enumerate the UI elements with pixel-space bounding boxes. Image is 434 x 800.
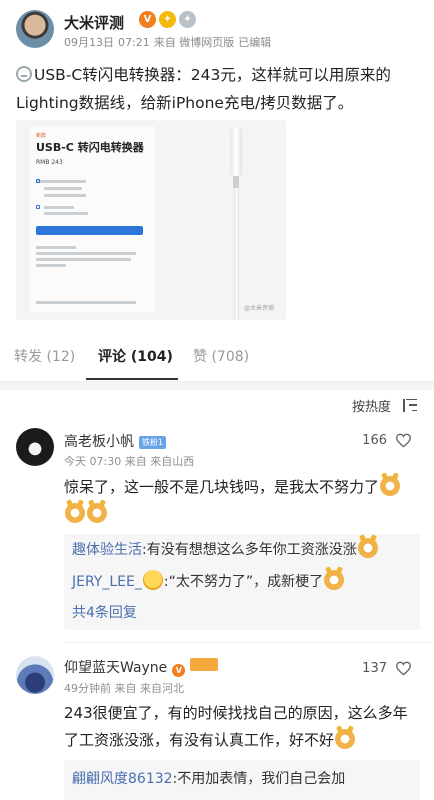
- link-card-icon: [16, 66, 32, 82]
- reply-username[interactable]: 翩翩风度86132: [72, 771, 173, 787]
- tab-likes[interactable]: 赞 (708): [193, 346, 249, 366]
- shot-footer-line: [36, 301, 136, 304]
- screenshot-panel: 新款 USB-C 转闪电转换器 RMB 243: [30, 126, 155, 312]
- active-tab-indicator: [86, 378, 178, 380]
- comment-text-body: 243很便宜了，有的时候找找自己的原因，这么多年了工资涨没涨，有没有认真工作，好…: [64, 704, 408, 749]
- level-badge-icon[interactable]: [190, 658, 219, 671]
- doge-emoji-icon: [357, 538, 378, 558]
- comment-divider: [64, 642, 434, 643]
- reply-username[interactable]: 趣体验生活: [72, 542, 142, 558]
- comment-location: 来自山西: [150, 455, 195, 468]
- post-meta: 09月13日 07:21 来自 微博网页版 已编辑: [64, 34, 275, 50]
- like-count: 137: [362, 661, 387, 676]
- comment-date: 49分钟前: [64, 682, 111, 695]
- reply-text: :“太不努力了”，成新梗了: [163, 574, 324, 590]
- doge-emoji-icon: [65, 503, 85, 523]
- image-watermark: @大米评测: [243, 305, 274, 312]
- medal-icon[interactable]: ✦: [159, 11, 176, 28]
- post-header: 大米评测 V ✦ ✦ 09月13日 07:21 来自 微博网页版 已编辑: [16, 10, 416, 50]
- sort-control[interactable]: 按热度: [352, 390, 417, 420]
- comment-date: 今天: [64, 455, 86, 468]
- adapter-wire: [234, 188, 239, 320]
- view-all-replies-link[interactable]: 共4条回复: [72, 602, 137, 624]
- post-author-name[interactable]: 大米评测: [64, 12, 124, 33]
- shot-checkbox: [36, 205, 40, 209]
- fan-badge[interactable]: 铁粉1: [139, 436, 167, 449]
- doge-emoji-icon: [335, 729, 356, 749]
- like-count: 166: [362, 433, 387, 448]
- commenter-avatar[interactable]: [16, 656, 54, 694]
- reply-username[interactable]: JERY_LEE_: [72, 574, 142, 590]
- comment-like[interactable]: 137: [362, 661, 412, 676]
- comment-source: 来自: [114, 682, 137, 695]
- comment-like[interactable]: 166: [362, 433, 412, 448]
- reply-text: :有没有想想这么多年你工资涨没涨: [142, 542, 357, 558]
- section-gap: [0, 382, 434, 390]
- reply-text: :不用加表情，我们自己会加: [172, 771, 346, 787]
- verified-icon[interactable]: V: [139, 11, 156, 28]
- post-date: 09月13日: [64, 36, 114, 49]
- shot-price: RMB 243: [36, 159, 63, 166]
- heart-icon[interactable]: [395, 661, 412, 676]
- commenter-name-text[interactable]: 高老板小帆: [64, 434, 134, 450]
- comment-location: 来自河北: [140, 682, 184, 695]
- adapter-neck: [233, 176, 239, 188]
- comment-text-body: 惊呆了，这一般不是几块钱吗，是我太不努力了: [64, 478, 380, 496]
- shot-title: USB-C 转闪电转换器: [36, 141, 144, 154]
- silver-medal-icon[interactable]: ✦: [179, 11, 196, 28]
- post-text-block: USB-C转闪电转换器：243元，这样就可以用原来的Lighting数据线，给新…: [16, 61, 420, 117]
- post-source: 来自 微博网页版: [153, 36, 235, 49]
- reply-item[interactable]: JERY_LEE_ :“太不努力了”，成新梗了: [72, 570, 345, 593]
- doge-emoji-icon: [380, 476, 401, 496]
- shot-checkbox: [36, 179, 40, 183]
- comment-text: 243很便宜了，有的时候找找自己的原因，这么多年了工资涨没涨，有没有认真工作，好…: [64, 700, 420, 754]
- laugh-emoji-icon: [142, 570, 163, 590]
- post-tabs: 转发 (12) 评论 (104) 赞 (708): [0, 338, 434, 382]
- sort-icon[interactable]: [401, 398, 417, 412]
- comment-meta: 49分钟前 来自 来自河北: [64, 680, 184, 696]
- commenter-name-text[interactable]: 仰望蓝天Wayne: [64, 660, 167, 676]
- comment-source: 来自: [124, 455, 147, 468]
- comment-text: 惊呆了，这一般不是几块钱吗，是我太不努力了: [64, 474, 420, 528]
- reply-box: 翩翩风度86132:不用加表情，我们自己会加: [64, 760, 420, 800]
- reply-box: 趣体验生活:有没有想想这么多年你工资涨没涨 JERY_LEE_ :“太不努力了”，…: [64, 534, 420, 630]
- author-badges: V ✦ ✦: [139, 11, 196, 28]
- commenter-name[interactable]: 仰望蓝天Wayne V: [64, 657, 219, 677]
- commenter-name[interactable]: 高老板小帆 铁粉1: [64, 431, 167, 451]
- shot-new-tag: 新款: [36, 133, 47, 139]
- reply-item[interactable]: 趣体验生活:有没有想想这么多年你工资涨没涨: [72, 538, 379, 561]
- doge-emoji-icon: [87, 503, 107, 523]
- vip-badge-icon[interactable]: V: [172, 664, 186, 677]
- post-time: 07:21: [118, 36, 150, 49]
- post-text: USB-C转闪电转换器：243元，这样就可以用原来的Lighting数据线，给新…: [16, 66, 391, 112]
- author-avatar[interactable]: [16, 10, 54, 48]
- comment-time: 07:30: [89, 455, 122, 468]
- comment-meta: 今天 07:30 来自 来自山西: [64, 453, 194, 469]
- reply-item[interactable]: 翩翩风度86132:不用加表情，我们自己会加: [72, 768, 345, 790]
- post-edited[interactable]: 已编辑: [238, 36, 271, 49]
- sort-label[interactable]: 按热度: [352, 396, 391, 415]
- tab-reposts[interactable]: 转发 (12): [14, 346, 75, 366]
- adapter-usb-c-plug: [230, 128, 242, 176]
- tab-comments[interactable]: 评论 (104): [98, 346, 173, 366]
- commenter-avatar[interactable]: [16, 428, 54, 466]
- doge-emoji-icon: [324, 570, 345, 590]
- shot-buy-button: [36, 226, 143, 235]
- post-image[interactable]: 新款 USB-C 转闪电转换器 RMB 243 @大米评测: [16, 120, 286, 320]
- heart-icon[interactable]: [395, 433, 412, 448]
